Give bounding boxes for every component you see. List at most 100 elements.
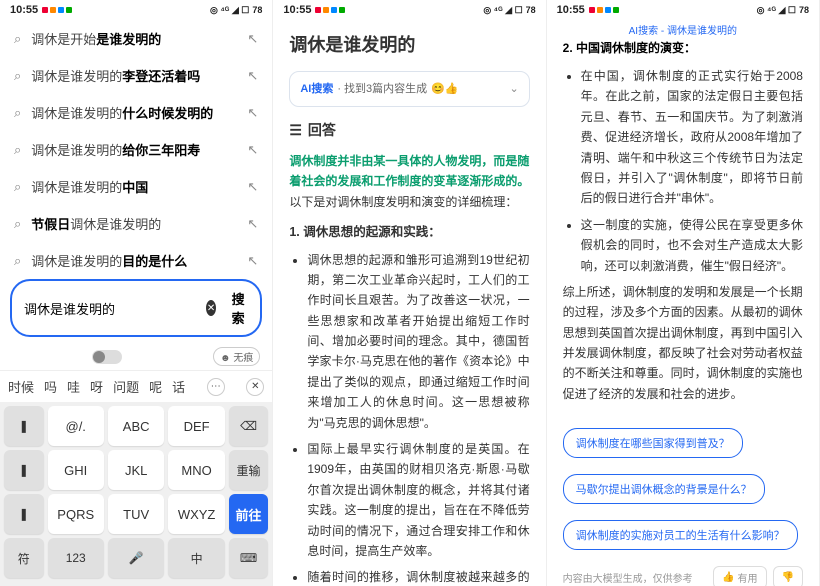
search-icon: ⌕ xyxy=(14,105,21,121)
search-icon: ⌕ xyxy=(14,31,21,47)
like-button[interactable]: 👍有用 xyxy=(713,566,766,586)
key-def[interactable]: DEF xyxy=(168,406,224,446)
suggestion-item[interactable]: ⌕调休是谁发明的中国↖ xyxy=(0,168,272,205)
key-voice[interactable]: ❚ xyxy=(4,406,44,446)
key-punct[interactable]: @/. xyxy=(48,406,104,446)
status-bar: 10:55 ◎ ⁴ᴳ ◢ ☐78 xyxy=(273,0,545,20)
keyboard: ❚ @/. ABC DEF ⌫ ❚ GHI JKL MNO 重输 ❚ PQRS … xyxy=(0,402,272,586)
candidate[interactable]: 话 xyxy=(172,377,185,396)
status-right: ◎ ⁴ᴳ ◢ ☐78 xyxy=(210,5,262,16)
insert-arrow-icon[interactable]: ↖ xyxy=(247,216,258,232)
candidate[interactable]: 呀 xyxy=(90,377,103,396)
thumbs-down-icon: 👎 xyxy=(782,572,794,583)
key-mic[interactable]: 🎤 xyxy=(108,538,164,578)
disclaimer: 内容由大模型生成，仅供参考 xyxy=(563,570,693,585)
status-right: ◎ ⁴ᴳ ◢ ☐78 xyxy=(483,5,535,16)
key-go[interactable]: 前往 xyxy=(229,494,269,534)
bullet: 这一制度的实施，使得公民在享受更多休假机会的同时，也不会对生产造成太大影响，还可… xyxy=(581,215,803,276)
key-kb-icon[interactable]: ⌨ xyxy=(229,538,269,578)
suggestion-list: ⌕调休是开始是谁发明的↖ ⌕调休是谁发明的李登还活着吗↖ ⌕调休是谁发明的什么时… xyxy=(0,20,272,273)
suggestion-item[interactable]: ⌕调休是谁发明的目的是什么↖ xyxy=(0,242,272,273)
incognito-label[interactable]: ☻ 无痕 xyxy=(213,347,260,366)
article-body: 调休是谁发明的 AI搜索 · 找到3篇内容生成 😊👍 ⌄ ☰ 回答 调休制度并非… xyxy=(273,20,545,586)
bullet: 调休思想的起源和雏形可追溯到19世纪初期，第二次工业革命兴起时，工人们的工作时间… xyxy=(307,250,529,434)
status-bar: 10:55 ◎ ⁴ᴳ ◢ ☐78 xyxy=(547,0,819,20)
status-time: 10:55 xyxy=(283,4,311,16)
search-button[interactable]: 搜索 xyxy=(222,285,254,331)
candidate[interactable]: 时候 xyxy=(8,377,34,396)
suggestion-item[interactable]: ⌕调休是开始是谁发明的↖ xyxy=(0,20,272,57)
screen-ai-answer-top: 10:55 ◎ ⁴ᴳ ◢ ☐78 调休是谁发明的 AI搜索 · 找到3篇内容生成… xyxy=(273,0,546,586)
key-pqrs[interactable]: PQRS xyxy=(48,494,104,534)
bullet: 国际上最早实行调休制度的是英国。在1909年，由英国的财相贝洛克·斯恩·马歇尔首… xyxy=(307,439,529,561)
candidate-close-icon[interactable]: ✕ xyxy=(246,378,264,396)
key-abc[interactable]: ABC xyxy=(108,406,164,446)
sub-heading-1: 1. 调休思想的起源和实践： xyxy=(289,222,529,243)
insert-arrow-icon[interactable]: ↖ xyxy=(247,142,258,158)
key-reinput[interactable]: 重输 xyxy=(229,450,269,490)
search-icon: ⌕ xyxy=(14,68,21,84)
chevron-down-icon[interactable]: ⌄ xyxy=(509,80,518,99)
insert-arrow-icon[interactable]: ↖ xyxy=(247,253,258,269)
dislike-button[interactable]: 👎 xyxy=(773,566,803,586)
status-time: 10:55 xyxy=(557,4,585,16)
insert-arrow-icon[interactable]: ↖ xyxy=(247,31,258,47)
insert-arrow-icon[interactable]: ↖ xyxy=(247,68,258,84)
search-input[interactable] xyxy=(24,301,200,316)
sub-heading-2: 2. 中国调休制度的演变： xyxy=(547,39,819,56)
intro-highlight: 调休制度并非由某一具体的人物发明，而是随着社会的发展和工作制度的变革逐渐形成的。 xyxy=(289,154,529,188)
candidate[interactable]: 呢 xyxy=(149,377,162,396)
answer-heading: ☰ 回答 xyxy=(289,119,529,143)
candidate-bar: 时候 吗 哇 呀 问题 呢 话 ⋯ ✕ xyxy=(0,370,272,402)
candidate-more-icon[interactable]: ⋯ xyxy=(207,378,225,396)
feedback-row: 内容由大模型生成，仅供参考 👍有用 👎 xyxy=(547,558,819,586)
suggestion-item[interactable]: ⌕调休是谁发明的什么时候发明的↖ xyxy=(0,94,272,131)
related-chip[interactable]: 马歇尔提出调休概念的背景是什么？ xyxy=(563,474,765,504)
candidate[interactable]: 问题 xyxy=(113,377,139,396)
screen-ai-answer-bottom: 10:55 ◎ ⁴ᴳ ◢ ☐78 AI搜索 - 调休是谁发明的 2. 中国调休制… xyxy=(547,0,820,586)
status-right: ◎ ⁴ᴳ ◢ ☐78 xyxy=(757,5,809,16)
key-left2[interactable]: ❚ xyxy=(4,494,44,534)
bullet: 随着时间的推移，调休制度被越来越多的国家所采纳，逐渐成为解决工作与生活平衡问题的… xyxy=(307,567,529,586)
related-questions: 调休制度在哪些国家得到普及？ 马歇尔提出调休概念的背景是什么？ 调休制度的实施对… xyxy=(547,420,819,558)
key-left[interactable]: ❚ xyxy=(4,450,44,490)
ai-label: AI搜索 xyxy=(300,80,333,99)
search-icon: ⌕ xyxy=(14,253,21,269)
summary-para: 综上所述，调休制度的发明和发展是一个长期的过程，涉及多个方面的因素。从最初的调休… xyxy=(563,282,803,404)
search-icon: ⌕ xyxy=(14,216,21,232)
suggestion-item[interactable]: ⌕调休是谁发明的给你三年阳寿↖ xyxy=(0,131,272,168)
insert-arrow-icon[interactable]: ↖ xyxy=(247,179,258,195)
filter-icon: ☰ xyxy=(289,119,302,143)
clear-icon[interactable]: ✕ xyxy=(206,300,216,316)
emoji-icon: 😊👍 xyxy=(431,80,458,99)
key-ghi[interactable]: GHI xyxy=(48,450,104,490)
ai-count: · 找到3篇内容生成 xyxy=(337,80,427,99)
key-123[interactable]: 123 xyxy=(48,538,104,578)
article-body: 在中国，调休制度的正式实行始于2008年。在此之前，国家的法定假日主要包括元旦、… xyxy=(547,56,819,420)
search-bar: ✕ 搜索 xyxy=(10,279,262,337)
key-symbol[interactable]: 符 xyxy=(4,538,44,578)
ai-header-label: AI搜索 - 调休是谁发明的 xyxy=(547,20,819,39)
page-title: 调休是谁发明的 xyxy=(289,30,529,61)
bullet: 在中国，调休制度的正式实行始于2008年。在此之前，国家的法定假日主要包括元旦、… xyxy=(581,66,803,209)
status-time: 10:55 xyxy=(10,4,38,16)
key-mno[interactable]: MNO xyxy=(168,450,224,490)
search-icon: ⌕ xyxy=(14,142,21,158)
key-wxyz[interactable]: WXYZ xyxy=(168,494,224,534)
ai-source-box[interactable]: AI搜索 · 找到3篇内容生成 😊👍 ⌄ xyxy=(289,71,529,108)
suggestion-item[interactable]: ⌕调休是谁发明的李登还活着吗↖ xyxy=(0,57,272,94)
screen-search-suggestions: 10:55 ◎ ⁴ᴳ ◢ ☐78 ⌕调休是开始是谁发明的↖ ⌕调休是谁发明的李登… xyxy=(0,0,273,586)
incognito-toggle[interactable] xyxy=(92,350,122,364)
related-chip[interactable]: 调休制度的实施对员工的生活有什么影响？ xyxy=(563,520,798,550)
thumbs-up-icon: 👍 xyxy=(722,572,734,583)
suggestion-item[interactable]: ⌕节假日调休是谁发明的↖ xyxy=(0,205,272,242)
candidate[interactable]: 哇 xyxy=(67,377,80,396)
insert-arrow-icon[interactable]: ↖ xyxy=(247,105,258,121)
key-backspace[interactable]: ⌫ xyxy=(229,406,269,446)
key-tuv[interactable]: TUV xyxy=(108,494,164,534)
key-jkl[interactable]: JKL xyxy=(108,450,164,490)
key-lang[interactable]: 中 xyxy=(168,538,224,578)
candidate[interactable]: 吗 xyxy=(44,377,57,396)
keyboard-toolbar: ☻ 无痕 xyxy=(0,343,272,370)
related-chip[interactable]: 调休制度在哪些国家得到普及？ xyxy=(563,428,743,458)
